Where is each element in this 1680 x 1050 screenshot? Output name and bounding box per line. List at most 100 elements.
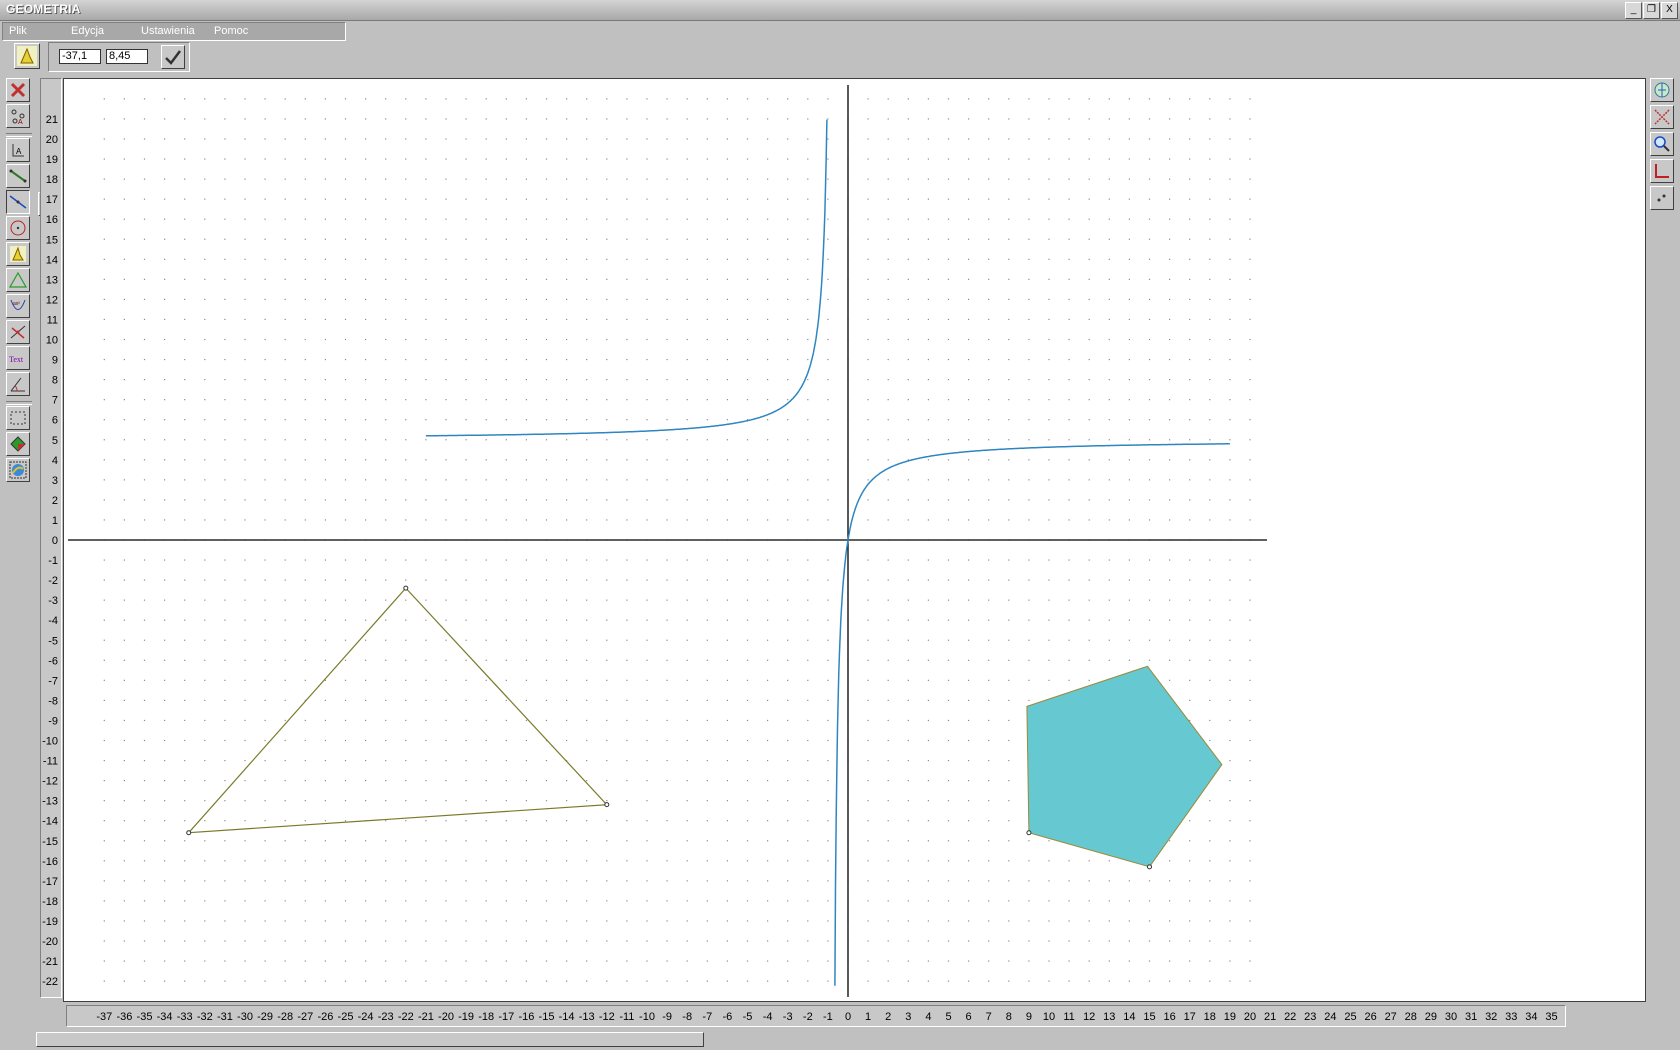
grid-dot bbox=[626, 719, 628, 722]
grid-dot bbox=[143, 138, 146, 140]
grid-dot bbox=[304, 860, 306, 862]
grid-dot bbox=[1108, 298, 1110, 300]
grid-dot bbox=[344, 940, 347, 942]
grid-dot bbox=[947, 780, 950, 782]
grid-dot bbox=[224, 198, 226, 200]
text-tool-button[interactable]: Text bbox=[6, 346, 30, 370]
restore-button[interactable]: ❐ bbox=[1643, 2, 1660, 19]
label-point-tool-button[interactable]: A bbox=[6, 138, 30, 162]
triangle-vertex[interactable] bbox=[403, 585, 409, 591]
grid-dot bbox=[666, 158, 668, 160]
scale-button[interactable] bbox=[1650, 186, 1674, 210]
grid-dot bbox=[324, 459, 326, 461]
grid-dot bbox=[164, 759, 166, 762]
grid-dot bbox=[867, 960, 869, 962]
grid-dot bbox=[1249, 719, 1251, 722]
pentagon-vertex[interactable] bbox=[1147, 864, 1152, 870]
triangle-shape[interactable] bbox=[187, 587, 609, 834]
function-tool-button[interactable]: ax² bbox=[6, 294, 30, 318]
grid-dot bbox=[1189, 820, 1191, 822]
grid-dot bbox=[264, 499, 266, 501]
grid-dot bbox=[1048, 679, 1050, 681]
confirm-button[interactable] bbox=[161, 45, 185, 69]
grid-dot bbox=[787, 559, 789, 561]
grid-dot bbox=[1008, 479, 1010, 481]
color-palette-tool-button[interactable] bbox=[6, 458, 30, 482]
grid-dot bbox=[807, 960, 809, 962]
triangle-vertex[interactable] bbox=[186, 830, 192, 836]
zoom-button[interactable] bbox=[1650, 132, 1674, 156]
axes-origin-button[interactable] bbox=[1650, 159, 1674, 183]
grid-dot bbox=[968, 198, 970, 200]
grid-dot bbox=[1068, 900, 1070, 902]
grid-dot bbox=[123, 198, 125, 200]
current-tool-button[interactable] bbox=[14, 43, 40, 69]
grid-dot bbox=[505, 820, 507, 822]
select-rect-tool-button[interactable] bbox=[6, 406, 30, 430]
axes-toggle-button[interactable] bbox=[1650, 78, 1674, 102]
grid-dot bbox=[184, 118, 186, 120]
x-coordinate-input[interactable]: -37,1 bbox=[59, 49, 101, 64]
x-tick-label: -7 bbox=[702, 1011, 712, 1023]
y-coordinate-input[interactable]: 8,45 bbox=[106, 49, 148, 64]
x-tick-label: 21 bbox=[1264, 1011, 1276, 1023]
grid-dot bbox=[947, 138, 950, 140]
grid-dot bbox=[123, 780, 125, 782]
grid-dot bbox=[1169, 679, 1171, 681]
point-tool-button[interactable] bbox=[6, 242, 30, 266]
grid-dot bbox=[586, 178, 588, 180]
fill-tool-button[interactable] bbox=[6, 432, 30, 456]
triangle-vertex[interactable] bbox=[604, 802, 610, 808]
grid-dot bbox=[1008, 900, 1010, 902]
grid-dot bbox=[988, 960, 990, 962]
menu-pomoc[interactable]: Pomoc bbox=[214, 25, 248, 37]
function-curve-left-branch[interactable] bbox=[425, 119, 828, 437]
pentagon-vertex[interactable] bbox=[1026, 830, 1032, 836]
grid-dot bbox=[1128, 298, 1130, 300]
y-tick-label: 14 bbox=[46, 254, 58, 266]
grid-dot bbox=[164, 679, 166, 681]
grid-dot bbox=[1128, 399, 1130, 401]
grid-dot bbox=[164, 920, 166, 922]
grid-dot bbox=[867, 358, 869, 361]
angle-tool-button[interactable] bbox=[6, 372, 30, 396]
menu-plik[interactable]: Plik bbox=[9, 25, 27, 37]
points-tool-button[interactable]: A bbox=[6, 104, 30, 128]
y-tick-label: 5 bbox=[52, 435, 58, 447]
geometry-plot[interactable] bbox=[64, 79, 1645, 1001]
grid-dot bbox=[586, 258, 588, 260]
grid-dot bbox=[204, 298, 206, 300]
segment-tool-button[interactable] bbox=[6, 164, 30, 188]
grid-dot bbox=[1088, 98, 1090, 100]
grid-dot bbox=[626, 118, 628, 120]
grid-dot bbox=[425, 158, 427, 160]
drawing-canvas[interactable] bbox=[63, 78, 1646, 1002]
menu-edycja[interactable]: Edycja bbox=[71, 25, 104, 37]
menu-ustawienia[interactable]: Ustawienia bbox=[141, 25, 195, 37]
grid-dot bbox=[867, 379, 869, 381]
minimize-button[interactable]: _ bbox=[1625, 2, 1642, 19]
grid-dot bbox=[485, 860, 487, 862]
grid-dot bbox=[485, 719, 487, 722]
circle-tool-button[interactable] bbox=[6, 216, 30, 240]
grid-dot bbox=[867, 840, 869, 842]
close-button[interactable]: X bbox=[1661, 2, 1678, 19]
grid-dot bbox=[586, 820, 588, 822]
grid-x-button[interactable] bbox=[1650, 105, 1674, 129]
grid-dot bbox=[807, 218, 809, 220]
grid-dot bbox=[505, 940, 507, 942]
grid-dot bbox=[907, 820, 909, 822]
grid-dot bbox=[545, 178, 548, 180]
grid-dot bbox=[525, 459, 527, 461]
grid-dot bbox=[767, 278, 769, 280]
triangle-tool-button[interactable] bbox=[6, 268, 30, 292]
pentagon-shape[interactable] bbox=[1026, 665, 1223, 868]
delete-tool-button[interactable] bbox=[6, 78, 30, 102]
line-tool-button[interactable] bbox=[6, 190, 30, 214]
grid-dot bbox=[365, 158, 367, 160]
grid-dot bbox=[123, 699, 125, 701]
horizontal-scrollbar[interactable] bbox=[36, 1032, 704, 1047]
intersection-tool-button[interactable] bbox=[6, 320, 30, 344]
grid-dot bbox=[264, 218, 266, 220]
grid-dot bbox=[1088, 318, 1090, 321]
